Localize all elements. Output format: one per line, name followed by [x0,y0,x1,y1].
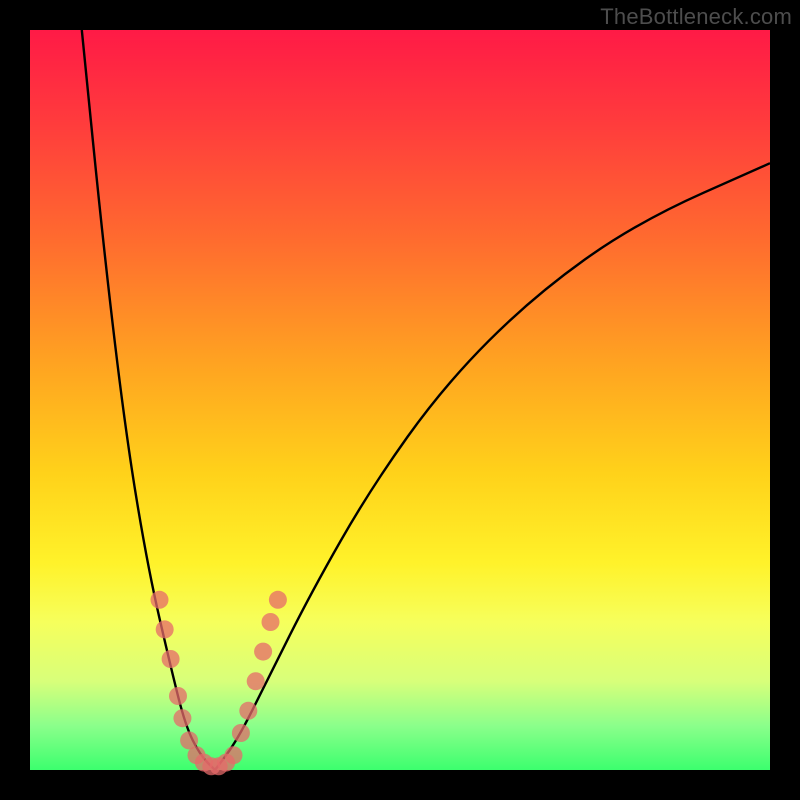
curves-group [82,30,770,770]
data-point [239,702,257,720]
data-point [269,591,287,609]
data-point [173,709,191,727]
curve-svg [30,30,770,770]
data-point [225,746,243,764]
plot-area [30,30,770,770]
data-point [151,591,169,609]
data-point [247,672,265,690]
data-point [254,643,272,661]
data-point [162,650,180,668]
data-point [156,620,174,638]
data-point [262,613,280,631]
watermark-text: TheBottleneck.com [600,4,792,30]
data-point [232,724,250,742]
curve-curve-left [82,30,215,770]
curve-curve-right [215,163,770,770]
data-point [169,687,187,705]
chart-frame: TheBottleneck.com [0,0,800,800]
